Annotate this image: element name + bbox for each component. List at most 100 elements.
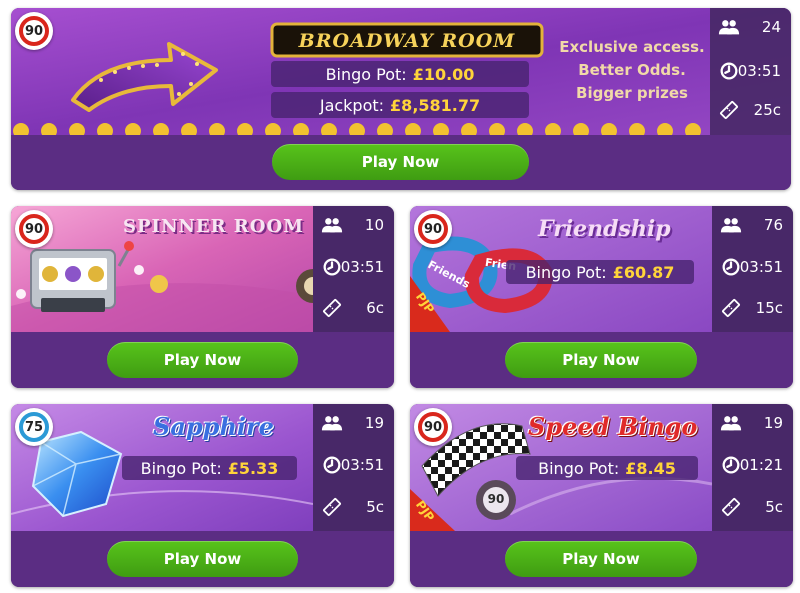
sapphire-stats: 19 03:51 5c	[313, 404, 394, 531]
players-icon	[720, 416, 742, 431]
time-stat: 03:51	[313, 255, 394, 279]
speed-bingo-bingo-pot: Bingo Pot: £8.45	[516, 456, 698, 480]
players-stat: 19	[313, 411, 394, 435]
players-icon	[720, 218, 742, 233]
players-icon	[718, 20, 740, 35]
speed-bingo-stats: 19 01:21 5c	[712, 404, 793, 531]
spinner-title: SPINNER ROOM	[123, 216, 305, 237]
players-icon	[321, 416, 343, 431]
ball-type-badge: 90	[15, 12, 53, 50]
bingo-pot-label: Bingo Pot:	[140, 458, 222, 478]
play-now-button[interactable]: Play Now	[107, 541, 298, 577]
players-stat: 76	[712, 213, 793, 237]
bingo-pot-label: Bingo Pot:	[538, 458, 620, 478]
broadway-room-card: BROADWAY ROOM Bingo Pot: £10.00 Jackpot:…	[11, 8, 791, 190]
ticket-price: 5c	[366, 498, 384, 516]
ticket-icon	[722, 299, 740, 317]
ball-number: 90	[19, 214, 49, 244]
time-stat: 01:21	[712, 453, 793, 477]
bingo-pot-amount: £5.33	[227, 458, 279, 478]
players-count: 19	[364, 414, 384, 432]
clock-icon	[720, 62, 738, 80]
friendship-stats: 76 03:51 15c	[712, 206, 793, 332]
spinner-room-card: SPINNER ROOM 90 10 03:51 6c Play Now	[11, 206, 394, 388]
speed-bingo-banner: Speed Bingo 90 PJP Bingo Pot: £8.45 90	[410, 404, 712, 531]
broadway-banner: BROADWAY ROOM Bingo Pot: £10.00 Jackpot:…	[11, 8, 791, 135]
jackpot-label: Jackpot:	[319, 95, 385, 115]
clock-icon	[722, 456, 740, 474]
time-stat: 03:51	[313, 453, 394, 477]
players-stat: 24	[710, 15, 791, 39]
time-stat: 03:51	[710, 59, 791, 83]
broadway-bingo-pot: Bingo Pot: £10.00	[271, 61, 529, 87]
price-stat: 25c	[710, 98, 791, 122]
clock-icon	[323, 456, 341, 474]
ball-type-badge: 90	[414, 210, 452, 248]
price-stat: 6c	[313, 296, 394, 320]
ball-type-badge: 90	[15, 210, 53, 248]
players-count: 76	[763, 216, 783, 234]
ball-number: 90	[418, 214, 448, 244]
bingo-pot-amount: £10.00	[412, 64, 475, 84]
clock-icon	[323, 258, 341, 276]
time-stat: 03:51	[712, 255, 793, 279]
play-now-button[interactable]: Play Now	[272, 144, 529, 180]
clock-icon	[722, 258, 740, 276]
time-remaining: 01:21	[739, 456, 783, 474]
ball-type-badge: 75	[15, 408, 53, 446]
time-remaining: 03:51	[737, 62, 781, 80]
friendship-banner: Friendship Friends Frien PJP Bingo Pot: …	[410, 206, 712, 332]
ticket-icon	[323, 498, 341, 516]
ball-number: 75	[19, 412, 49, 442]
price-stat: 5c	[313, 495, 394, 519]
players-count: 19	[763, 414, 783, 432]
jackpot-amount: £8,581.77	[390, 95, 481, 115]
spinner-stats: 10 03:51 6c	[313, 206, 394, 332]
broadway-title: BROADWAY ROOM	[298, 30, 516, 52]
sapphire-room-card: Sapphire Bingo Pot: £5.33 75 19 03:51 5c…	[11, 404, 394, 587]
players-icon	[321, 218, 343, 233]
ticket-price: 15c	[755, 299, 783, 317]
play-now-button[interactable]: Play Now	[505, 342, 697, 378]
players-stat: 10	[313, 213, 394, 237]
broadway-tagline: Exclusive access. Better Odds. Bigger pr…	[557, 36, 707, 105]
play-now-button[interactable]: Play Now	[107, 342, 298, 378]
players-count: 24	[761, 18, 781, 36]
ball-number: 90	[19, 16, 49, 46]
bingo-pot-amount: £8.45	[625, 458, 676, 478]
price-stat: 15c	[712, 296, 793, 320]
broadway-jackpot: Jackpot: £8,581.77	[271, 92, 529, 118]
spinner-banner: SPINNER ROOM 90	[11, 206, 313, 332]
speed-bingo-title: Speed Bingo	[528, 412, 698, 441]
bingo-pot-label: Bingo Pot:	[325, 64, 407, 84]
ticket-price: 6c	[366, 299, 384, 317]
ticket-icon	[722, 498, 740, 516]
speed-bingo-room-card: Speed Bingo 90 PJP Bingo Pot: £8.45 90 1…	[410, 404, 793, 587]
tagline-line: Exclusive access.	[559, 38, 705, 56]
time-remaining: 03:51	[340, 456, 384, 474]
bingo-pot-amount: £60.87	[612, 262, 675, 282]
sapphire-banner: Sapphire Bingo Pot: £5.33 75	[11, 404, 313, 531]
speed-bingo-ball-number: 90	[487, 492, 505, 506]
players-count: 10	[364, 216, 384, 234]
bingo-pot-label: Bingo Pot:	[525, 262, 607, 282]
ticket-price: 25c	[753, 101, 781, 119]
friendship-bingo-pot: Bingo Pot: £60.87	[506, 260, 694, 284]
time-remaining: 03:51	[739, 258, 783, 276]
players-stat: 19	[712, 411, 793, 435]
ball-number: 90	[418, 412, 448, 442]
tagline-line: Bigger prizes	[576, 84, 688, 102]
sapphire-bingo-pot: Bingo Pot: £5.33	[122, 456, 297, 480]
ticket-icon	[323, 299, 341, 317]
ticket-price: 5c	[765, 498, 783, 516]
tagline-line: Better Odds.	[578, 61, 686, 79]
ball-type-badge: 90	[414, 408, 452, 446]
price-stat: 5c	[712, 495, 793, 519]
time-remaining: 03:51	[340, 258, 384, 276]
broadway-stats: 24 03:51 25c	[710, 8, 791, 135]
friendship-title: Friendship	[538, 216, 671, 242]
friendship-room-card: Friendship Friends Frien PJP Bingo Pot: …	[410, 206, 793, 388]
ticket-icon	[720, 101, 738, 119]
sapphire-title: Sapphire	[153, 412, 274, 441]
play-now-button[interactable]: Play Now	[505, 541, 697, 577]
